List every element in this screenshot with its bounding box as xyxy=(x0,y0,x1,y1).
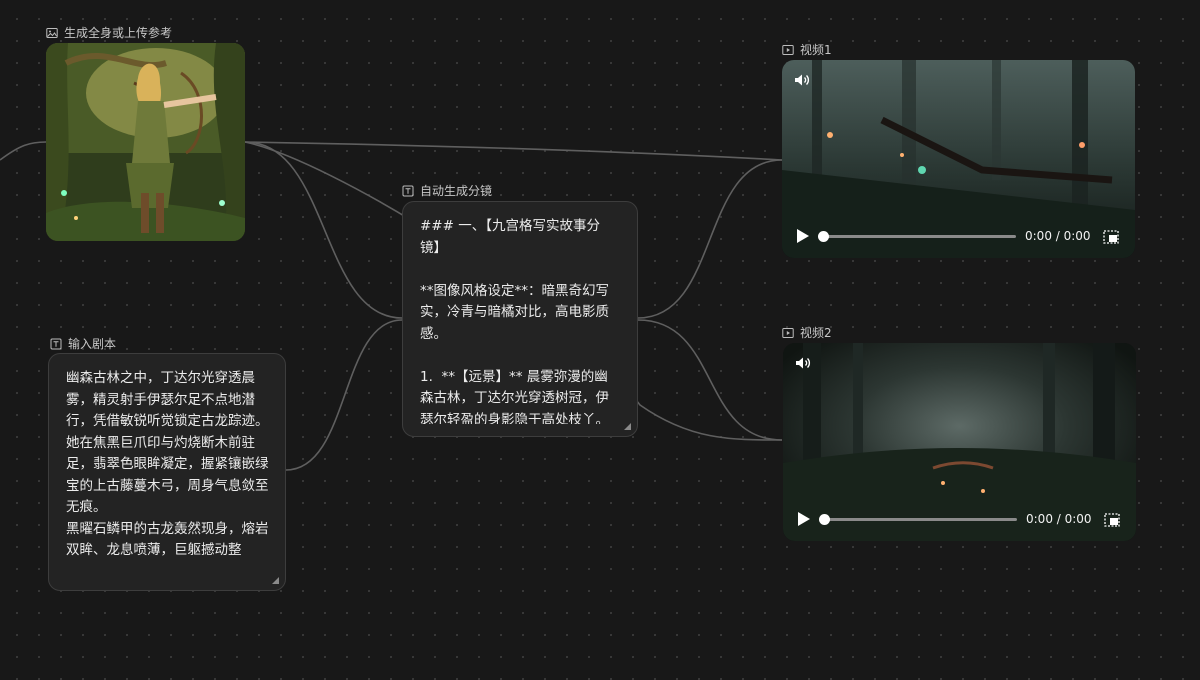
video1-controls: 0:00 / 0:00 xyxy=(782,214,1135,258)
resize-handle[interactable] xyxy=(624,423,631,430)
storyboard-node-title: 自动生成分镜 xyxy=(420,184,493,198)
video1-time: 0:00 / 0:00 xyxy=(1025,229,1091,243)
volume-icon[interactable] xyxy=(794,355,812,371)
video2-player[interactable]: 0:00 / 0:00 xyxy=(783,343,1136,541)
video1-node-label: 视频1 xyxy=(782,41,832,58)
image-icon xyxy=(46,27,58,39)
reference-node-label: 生成全身或上传参考 xyxy=(46,24,172,41)
wire-storyboard-video1 xyxy=(637,159,783,319)
video1-node-title: 视频1 xyxy=(800,43,832,57)
video1-player[interactable]: 0:00 / 0:00 xyxy=(782,60,1135,258)
elf-archer-illustration xyxy=(46,43,245,241)
text-box-icon xyxy=(402,185,414,197)
script-node-label: 输入剧本 xyxy=(50,335,116,352)
video-icon xyxy=(782,44,794,56)
video2-time: 0:00 / 0:00 xyxy=(1026,512,1092,526)
volume-icon[interactable] xyxy=(793,72,811,88)
wire-reference-video1 xyxy=(244,141,783,161)
script-text[interactable]: 幽森古林之中，丁达尔光穿透晨雾，精灵射手伊瑟尔足不点地潜行，凭借敏锐听觉锁定古龙… xyxy=(66,368,269,578)
reference-image[interactable] xyxy=(46,43,245,241)
video-icon xyxy=(782,327,794,339)
reference-node-title: 生成全身或上传参考 xyxy=(64,26,173,40)
video2-controls: 0:00 / 0:00 xyxy=(783,497,1136,541)
picture-in-picture-icon[interactable] xyxy=(1104,512,1120,527)
play-icon[interactable] xyxy=(796,228,810,244)
wire-storyboard-video2 xyxy=(637,319,783,441)
wire-script-storyboard xyxy=(285,319,403,471)
play-icon[interactable] xyxy=(797,511,811,527)
video2-node-label: 视频2 xyxy=(782,324,832,341)
progress-knob[interactable] xyxy=(819,513,830,525)
resize-handle[interactable] xyxy=(272,577,279,584)
wire-in-reference xyxy=(0,141,47,161)
picture-in-picture-icon[interactable] xyxy=(1103,229,1119,244)
storyboard-node-label: 自动生成分镜 xyxy=(402,182,492,199)
storyboard-text[interactable]: ### 一、【九宫格写实故事分镜】 **图像风格设定**：暗黑奇幻写实，冷青与暗… xyxy=(420,216,621,424)
video1-progress-bar[interactable] xyxy=(818,230,1016,242)
storyboard-editor[interactable]: ### 一、【九宫格写实故事分镜】 **图像风格设定**：暗黑奇幻写实，冷青与暗… xyxy=(402,201,638,437)
video2-progress-bar[interactable] xyxy=(819,513,1017,525)
video2-node-title: 视频2 xyxy=(800,326,832,340)
text-box-icon xyxy=(50,338,62,350)
script-node-title: 输入剧本 xyxy=(68,337,117,351)
script-editor[interactable]: 幽森古林之中，丁达尔光穿透晨雾，精灵射手伊瑟尔足不点地潜行，凭借敏锐听觉锁定古龙… xyxy=(48,353,286,591)
progress-knob[interactable] xyxy=(818,230,829,242)
wire-reference-storyboard xyxy=(244,141,403,319)
